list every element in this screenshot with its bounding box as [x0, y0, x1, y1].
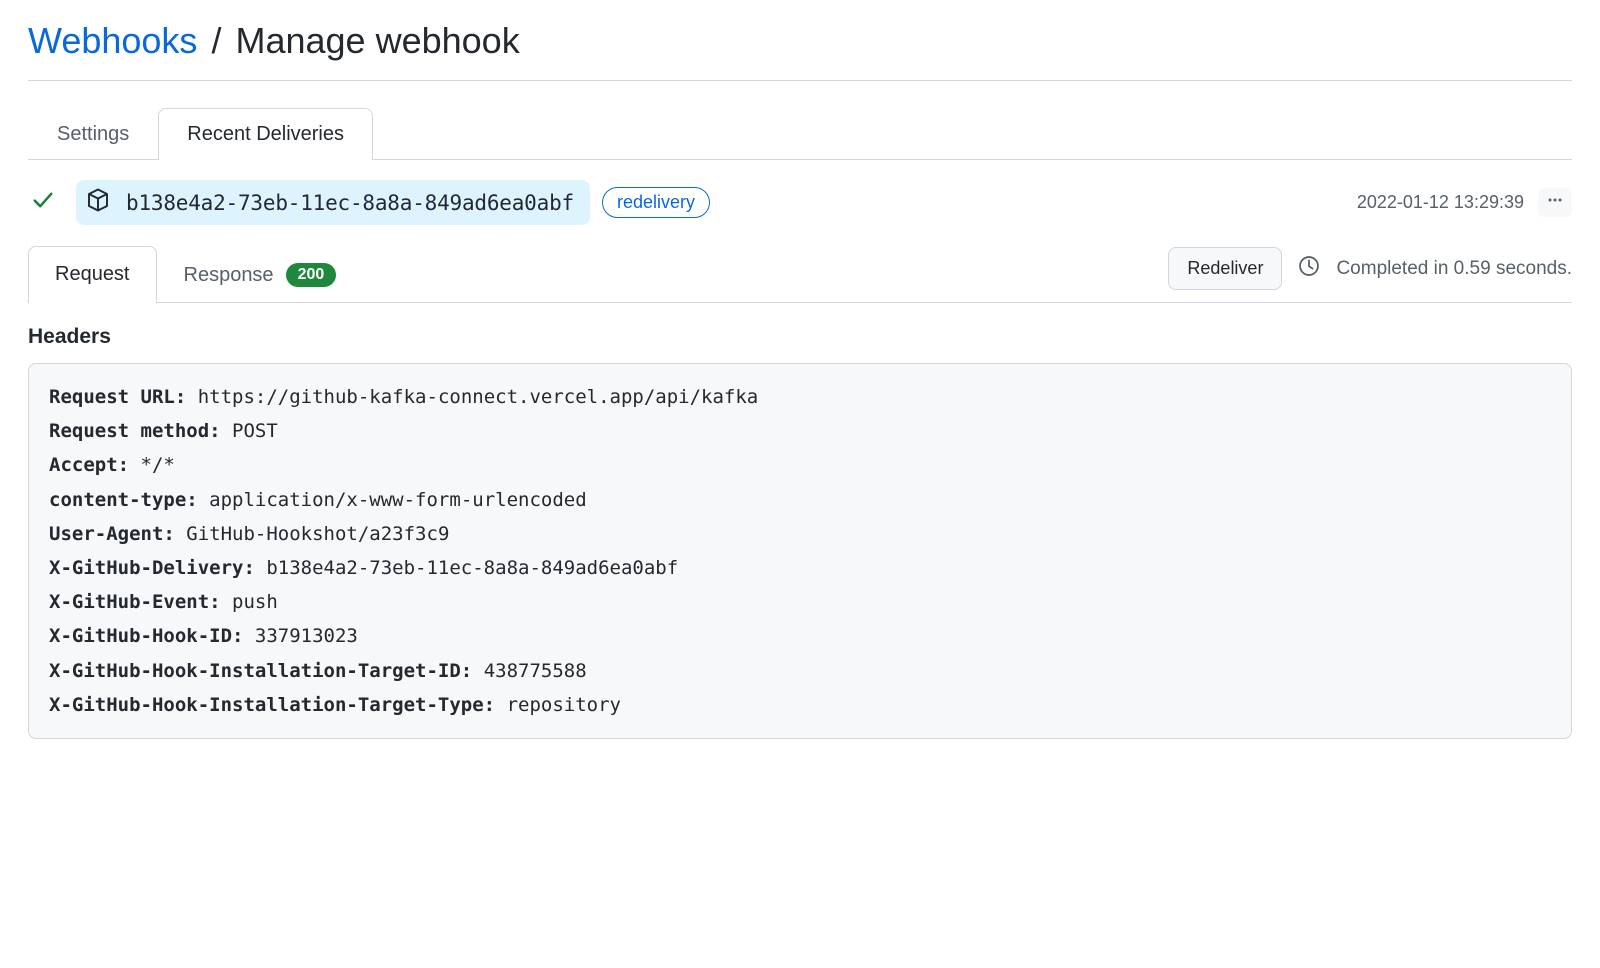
- header-key: Request method:: [49, 420, 221, 442]
- headers-box: Request URL: https://github-kafka-connec…: [28, 363, 1572, 739]
- header-line: Request URL: https://github-kafka-connec…: [49, 380, 1551, 414]
- header-line: X-GitHub-Event: push: [49, 585, 1551, 619]
- header-line: X-GitHub-Hook-ID: 337913023: [49, 619, 1551, 653]
- header-line: Accept: */*: [49, 448, 1551, 482]
- headers-section-title: Headers: [28, 325, 1572, 349]
- header-line: X-GitHub-Delivery: b138e4a2-73eb-11ec-8a…: [49, 551, 1551, 585]
- header-value: GitHub-Hookshot/a23f3c9: [175, 523, 450, 545]
- header-key: content-type:: [49, 489, 198, 511]
- header-value: https://github-kafka-connect.vercel.app/…: [186, 386, 758, 408]
- cube-icon: [86, 188, 110, 217]
- delivery-subtabs-row: Request Response 200 Redeliver Completed…: [28, 245, 1572, 303]
- header-value: repository: [495, 694, 621, 716]
- status-code-badge: 200: [286, 263, 337, 287]
- header-key: X-GitHub-Event:: [49, 591, 221, 613]
- delivery-id: b138e4a2-73eb-11ec-8a8a-849ad6ea0abf: [126, 191, 574, 215]
- header-line: Request method: POST: [49, 414, 1551, 448]
- header-key: Request URL:: [49, 386, 186, 408]
- header-value: application/x-www-form-urlencoded: [198, 489, 587, 511]
- breadcrumb-link-webhooks[interactable]: Webhooks: [28, 20, 197, 61]
- header-line: X-GitHub-Hook-Installation-Target-Type: …: [49, 688, 1551, 722]
- redeliver-button[interactable]: Redeliver: [1168, 247, 1282, 290]
- header-key: X-GitHub-Hook-ID:: [49, 625, 243, 647]
- header-value: push: [221, 591, 278, 613]
- breadcrumb-current: Manage webhook: [235, 20, 519, 61]
- tab-response[interactable]: Response 200: [157, 246, 364, 303]
- header-value: 438775588: [472, 660, 586, 682]
- tab-recent-deliveries[interactable]: Recent Deliveries: [158, 108, 373, 160]
- header-value: POST: [221, 420, 278, 442]
- header-line: X-GitHub-Hook-Installation-Target-ID: 43…: [49, 654, 1551, 688]
- header-key: User-Agent:: [49, 523, 175, 545]
- delivery-chip[interactable]: b138e4a2-73eb-11ec-8a8a-849ad6ea0abf: [76, 180, 590, 225]
- completed-text: Completed in 0.59 seconds.: [1336, 258, 1572, 280]
- breadcrumb-separator: /: [211, 20, 221, 61]
- page-title: Webhooks / Manage webhook: [28, 20, 1572, 81]
- tab-response-label: Response: [184, 264, 274, 287]
- redelivery-badge: redelivery: [602, 187, 710, 218]
- header-key: Accept:: [49, 454, 129, 476]
- header-key: X-GitHub-Hook-Installation-Target-ID:: [49, 660, 472, 682]
- header-value: */*: [129, 454, 175, 476]
- tab-settings[interactable]: Settings: [28, 108, 158, 160]
- tab-request[interactable]: Request: [28, 246, 157, 303]
- clock-icon: [1298, 255, 1320, 282]
- main-tabnav: Settings Recent Deliveries: [28, 107, 1572, 160]
- header-line: User-Agent: GitHub-Hookshot/a23f3c9: [49, 517, 1551, 551]
- header-key: X-GitHub-Delivery:: [49, 557, 255, 579]
- kebab-icon: [1546, 192, 1564, 208]
- delivery-row: b138e4a2-73eb-11ec-8a8a-849ad6ea0abf red…: [28, 160, 1572, 245]
- header-line: content-type: application/x-www-form-url…: [49, 483, 1551, 517]
- header-value: b138e4a2-73eb-11ec-8a8a-849ad6ea0abf: [255, 557, 678, 579]
- header-key: X-GitHub-Hook-Installation-Target-Type:: [49, 694, 495, 716]
- delivery-timestamp: 2022-01-12 13:29:39: [1357, 192, 1524, 213]
- header-value: 337913023: [243, 625, 357, 647]
- check-icon: [32, 189, 54, 216]
- kebab-menu-button[interactable]: [1538, 188, 1572, 217]
